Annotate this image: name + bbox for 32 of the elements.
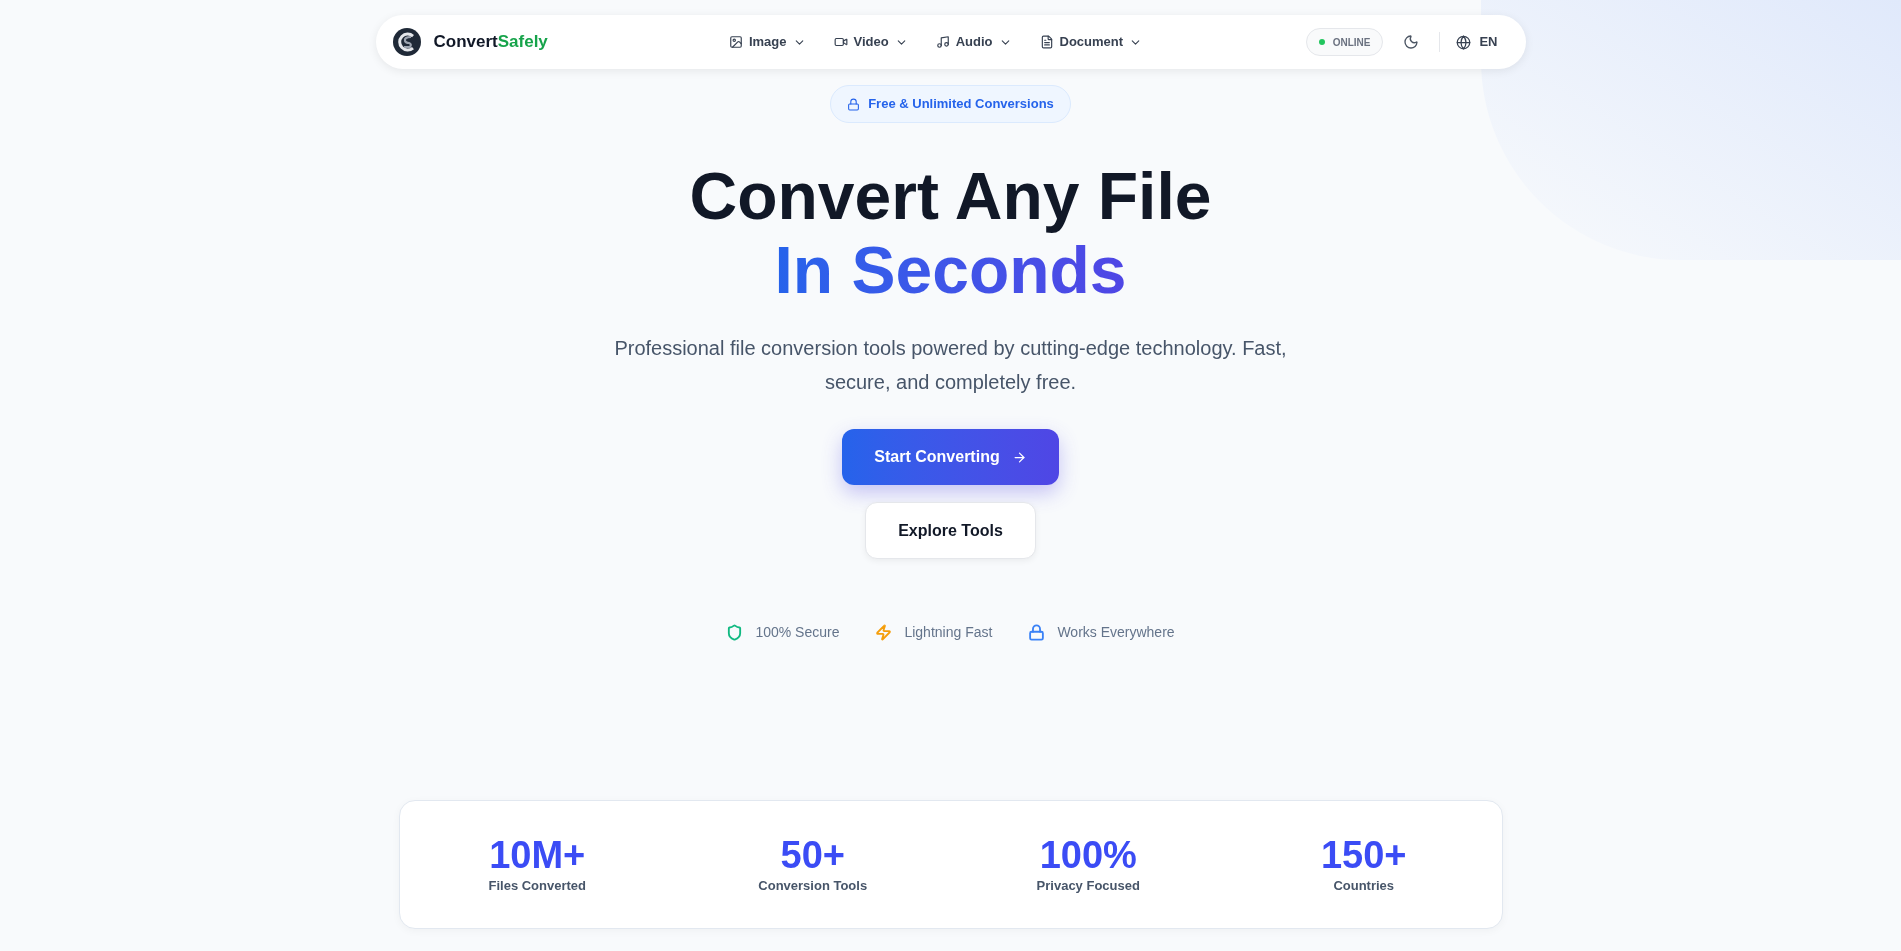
brand-name[interactable]: ConvertSafely (433, 29, 548, 55)
stat-value: 10M+ (489, 833, 586, 876)
nav-menu-item[interactable]: Audio (935, 32, 1012, 52)
nav-menu-item[interactable]: Image (728, 32, 806, 52)
hero-title: Convert Any File (689, 159, 1212, 233)
logo-icon[interactable] (391, 27, 422, 57)
status-label: ONLINE (1332, 35, 1371, 50)
stat-label: Files Converted (488, 876, 586, 895)
nav-menu-item[interactable]: Video (833, 32, 908, 52)
image-icon (728, 35, 743, 49)
stat-value: 50+ (780, 833, 845, 876)
stat-value: 150+ (1320, 833, 1407, 876)
moon-icon (1403, 34, 1420, 50)
document-icon (1039, 35, 1054, 49)
music-note-icon (935, 35, 950, 49)
video-camera-icon (833, 35, 848, 49)
feature-label: Works Everywhere (1057, 623, 1175, 642)
language-button[interactable]: EN (1456, 32, 1498, 52)
lock-icon (847, 97, 861, 111)
stat-label: Conversion Tools (758, 876, 868, 895)
promo-text: Free & Unlimited Conversions (868, 95, 1054, 114)
nav-menu-item[interactable]: Document (1039, 32, 1143, 52)
feature-label: Lightning Fast (904, 623, 993, 642)
start-converting-button[interactable]: Start Converting (842, 429, 1059, 485)
globe-icon (1456, 34, 1472, 50)
feature-label: 100% Secure (755, 623, 840, 642)
stat-value: 100% (1039, 833, 1137, 876)
explore-tools-button[interactable]: Explore Tools (865, 502, 1036, 559)
hero-subtitle: Professional file conversion tools powered by cutting-edge technology. Fast, secure, and completely free. (613, 336, 1288, 395)
arrow-right-icon (1011, 449, 1027, 465)
stat-label: Privacy Focused (1036, 876, 1140, 895)
stat-label: Countries (1333, 876, 1395, 895)
